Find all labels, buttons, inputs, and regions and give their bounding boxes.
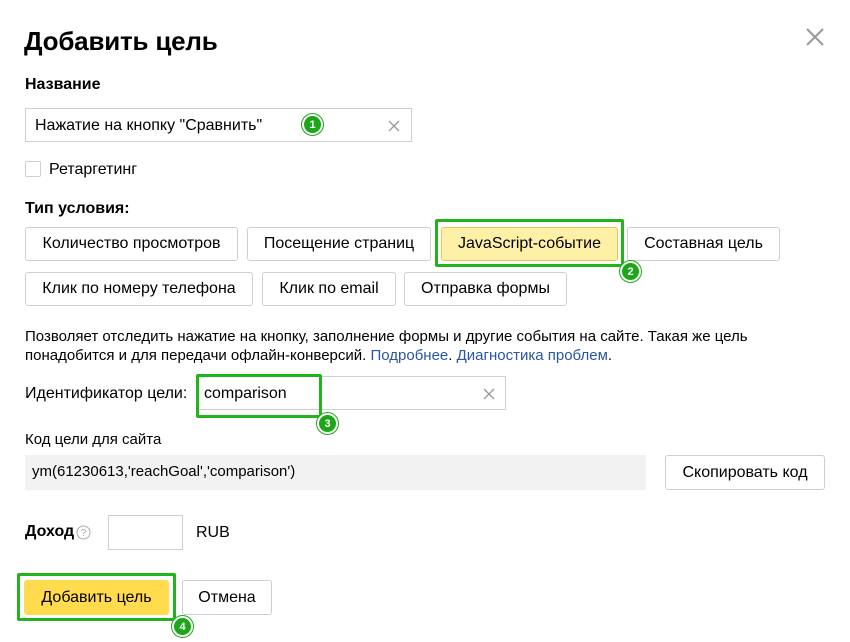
goal-name-value: Нажатие на кнопку "Сравнить" xyxy=(35,117,263,134)
retargeting-checkbox[interactable] xyxy=(25,161,41,177)
option-javascript-event[interactable]: JavaScript-событие xyxy=(441,227,618,261)
retargeting-label: Ретаргетинг xyxy=(49,161,138,178)
goal-id-value: comparison xyxy=(204,385,287,402)
goal-id-label: Идентификатор цели: xyxy=(25,385,188,402)
close-icon[interactable] xyxy=(804,26,826,48)
step-badge-1: 1 xyxy=(302,114,323,135)
clear-icon[interactable] xyxy=(387,119,401,133)
goal-code-value: ym(61230613,'reachGoal','comparison') xyxy=(32,463,296,480)
dialog-title: Добавить цель xyxy=(24,26,218,56)
question-circle-icon[interactable]: ? xyxy=(76,525,91,540)
name-label: Название xyxy=(25,76,101,93)
option-page-views[interactable]: Количество просмотров xyxy=(25,227,238,261)
goal-code-box: ym(61230613,'reachGoal','comparison') xyxy=(25,455,646,490)
option-form-submit[interactable]: Отправка формы xyxy=(404,272,567,306)
step-badge-4: 4 xyxy=(172,616,193,637)
goal-code-label: Код цели для сайта xyxy=(25,431,162,448)
copy-code-button[interactable]: Скопировать код xyxy=(665,455,825,490)
option-composite-goal[interactable]: Составная цель xyxy=(627,227,780,261)
diagnostics-link[interactable]: Диагностика проблем xyxy=(457,347,608,364)
description: Позволяет отследить нажатие на кнопку, з… xyxy=(25,328,748,364)
goal-id-input[interactable]: comparison xyxy=(196,376,506,410)
step-badge-2: 2 xyxy=(620,261,641,282)
option-phone-click[interactable]: Клик по номеру телефона xyxy=(25,272,253,306)
more-link[interactable]: Подробнее xyxy=(370,347,448,364)
svg-text:?: ? xyxy=(81,528,87,539)
option-email-click[interactable]: Клик по email xyxy=(262,272,396,306)
option-page-visits[interactable]: Посещение страниц xyxy=(247,227,431,261)
step-badge-3: 3 xyxy=(317,413,338,434)
add-goal-button[interactable]: Добавить цель xyxy=(24,580,169,615)
currency-label: RUB xyxy=(196,524,230,541)
condition-type-label: Тип условия: xyxy=(25,200,130,217)
cancel-button[interactable]: Отмена xyxy=(182,580,272,615)
income-input[interactable] xyxy=(108,515,183,550)
goal-name-input[interactable]: Нажатие на кнопку "Сравнить" xyxy=(25,108,412,142)
income-label: Доход xyxy=(25,523,75,540)
clear-icon[interactable] xyxy=(482,387,496,401)
